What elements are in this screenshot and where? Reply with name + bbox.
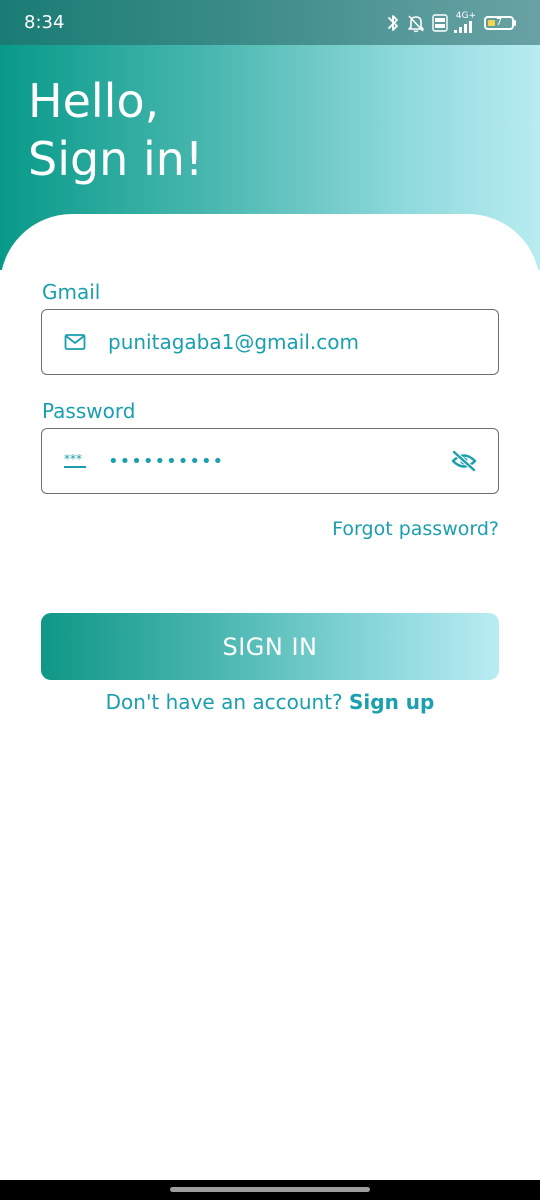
password-field[interactable]: *** •••••••••• <box>41 428 499 494</box>
eye-off-icon[interactable] <box>450 447 478 475</box>
greeting-title: Hello, Sign in! <box>28 72 203 188</box>
email-value: punitagaba1@gmail.com <box>108 330 359 354</box>
status-icons: 4G+ 7 <box>386 12 516 33</box>
greeting-line-1: Hello, <box>28 74 160 128</box>
battery-level: 7 <box>484 15 514 30</box>
system-nav-bar <box>0 1180 540 1200</box>
status-time: 8:34 <box>24 12 65 33</box>
email-field[interactable]: punitagaba1@gmail.com <box>41 309 499 375</box>
signal-icon: 4G+ <box>454 12 476 33</box>
status-bar: 8:34 4G+ 7 <box>0 0 540 45</box>
home-indicator[interactable] <box>170 1187 370 1192</box>
signin-button[interactable]: SIGN IN <box>41 613 499 680</box>
battery-cap <box>514 19 516 26</box>
network-type-label: 4G+ <box>455 11 476 21</box>
email-label: Gmail <box>42 280 101 304</box>
bluetooth-icon <box>386 13 400 33</box>
signup-prompt-text: Don't have an account? <box>105 690 350 714</box>
greeting-line-2: Sign in! <box>28 132 204 186</box>
forgot-password-link[interactable]: Forgot password? <box>332 518 499 540</box>
volte-icon <box>432 13 448 32</box>
password-icon: *** <box>63 449 87 473</box>
mail-icon <box>63 330 87 354</box>
signup-link[interactable]: Sign up <box>349 690 434 714</box>
password-value: •••••••••• <box>108 450 225 472</box>
password-label: Password <box>42 399 136 423</box>
notifications-off-icon <box>406 13 426 33</box>
svg-text:***: *** <box>64 452 82 466</box>
signup-prompt: Don't have an account? Sign up <box>0 690 540 714</box>
battery-level-text: 7 <box>495 17 503 28</box>
signin-screen: 8:34 4G+ 7 Hello, Sign in! Gmail punitag… <box>0 0 540 1200</box>
battery-icon: 7 <box>482 15 516 30</box>
